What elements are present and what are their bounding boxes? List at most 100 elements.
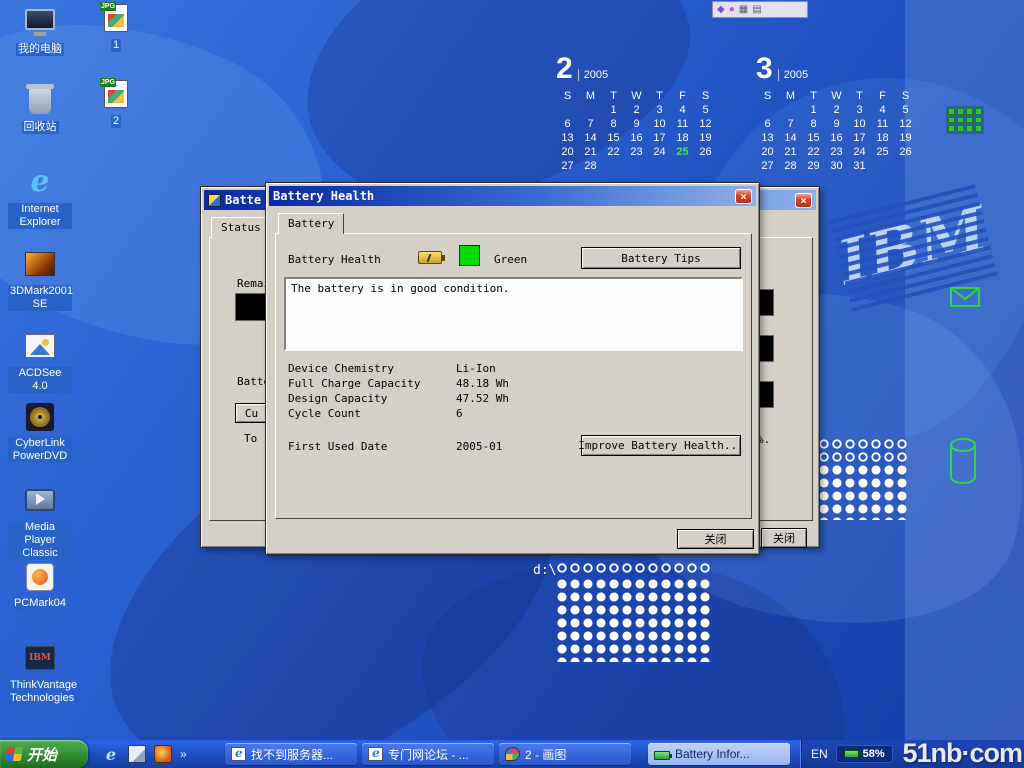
calendar-cell: 11 bbox=[871, 118, 894, 132]
calendar-cell: 6 bbox=[556, 118, 579, 132]
window-title: Batte bbox=[225, 193, 261, 207]
window-icon bbox=[208, 194, 221, 207]
toolbar-panel-icon[interactable] bbox=[752, 2, 761, 17]
desktop-icon-internet-explorer[interactable]: Internet Explorer bbox=[8, 166, 72, 229]
quicklaunch-ie-icon[interactable] bbox=[102, 745, 120, 763]
calendar-cell: 28 bbox=[579, 160, 602, 174]
quicklaunch-expand-chevron[interactable] bbox=[180, 747, 187, 761]
calendar-cell: S bbox=[756, 90, 779, 104]
calendar-cell: 22 bbox=[602, 146, 625, 160]
calendar-year: 2005 bbox=[778, 69, 808, 81]
tab-battery[interactable]: Battery bbox=[278, 213, 344, 234]
desktop-file-jpg-1[interactable]: JPG 1 bbox=[90, 2, 142, 52]
desktop: 2 2005 SMTWTFS12345678910111213141516171… bbox=[0, 0, 1024, 768]
tab-status[interactable]: Status bbox=[211, 217, 271, 238]
desktop-icon-powerdvd[interactable]: CyberLink PowerDVD bbox=[8, 400, 72, 463]
field-value: 2005-01 bbox=[456, 440, 502, 453]
close-button[interactable] bbox=[735, 189, 752, 204]
taskbar-task-server[interactable]: 找不到服务器... bbox=[225, 743, 357, 765]
calendar-cell: 23 bbox=[825, 146, 848, 160]
thinkvantage-icon bbox=[23, 642, 57, 676]
desktop-icon-my-computer[interactable]: 我的电脑 bbox=[8, 6, 72, 56]
ie-page-icon bbox=[231, 747, 246, 761]
toolbar-grid-icon[interactable] bbox=[739, 2, 748, 17]
icon-label: 回收站 bbox=[22, 121, 59, 134]
calendar-cell: 24 bbox=[648, 146, 671, 160]
title-bar[interactable]: Battery Health bbox=[269, 186, 756, 206]
calendar-cell: 25 bbox=[871, 146, 894, 160]
calendar-cell: 26 bbox=[894, 146, 917, 160]
calendar-cell: 16 bbox=[825, 132, 848, 146]
start-button[interactable]: 开始 bbox=[0, 740, 88, 768]
quick-launch bbox=[96, 740, 193, 768]
calendar-cell: 1 bbox=[802, 104, 825, 118]
field-label: Design Capacity bbox=[288, 392, 387, 405]
close-dialog-button[interactable]: 关闭 bbox=[677, 529, 754, 549]
calendar-cell: 3 bbox=[848, 104, 871, 118]
calendar-cell: 15 bbox=[802, 132, 825, 146]
battery-tray-icon bbox=[844, 750, 859, 758]
quicklaunch-show-desktop-icon[interactable] bbox=[128, 745, 146, 763]
wallpaper-calendar-february: 2 2005 SMTWTFS12345678910111213141516171… bbox=[556, 52, 717, 174]
customize-button[interactable]: Cu bbox=[235, 403, 268, 423]
charge-gauge-fragment bbox=[235, 293, 266, 321]
battery-indicator[interactable]: 58% bbox=[836, 745, 893, 763]
field-label: Cycle Count bbox=[288, 407, 361, 420]
calendar-cell bbox=[756, 104, 779, 118]
desktop-icon-thinkvantage[interactable]: ThinkVantage Technologies bbox=[8, 642, 72, 705]
calendar-cell: T bbox=[848, 90, 871, 104]
toolbar-dot-icon[interactable] bbox=[729, 2, 735, 17]
calendar-cell: 18 bbox=[671, 132, 694, 146]
field-value: 47.52 Wh bbox=[456, 392, 509, 405]
task-label: 找不到服务器... bbox=[251, 746, 333, 763]
field-value: 48.18 Wh bbox=[456, 377, 509, 390]
cylinder-icon bbox=[948, 436, 978, 486]
toolbar-diamond-icon[interactable] bbox=[717, 2, 725, 17]
calendar-cell: W bbox=[625, 90, 648, 104]
close-button[interactable] bbox=[795, 193, 812, 208]
calendar-grid: SMTWTFS123456789101112131415161718192021… bbox=[556, 90, 717, 174]
condition-textbox[interactable]: The battery is in good condition. bbox=[284, 277, 743, 351]
calendar-cell: 18 bbox=[871, 132, 894, 146]
quicklaunch-media-icon[interactable] bbox=[154, 745, 172, 763]
calendar-cell: 20 bbox=[756, 146, 779, 160]
my-computer-icon bbox=[23, 6, 57, 40]
calendar-cell: 4 bbox=[671, 104, 694, 118]
calendar-cell: 21 bbox=[579, 146, 602, 160]
desktop-icon-media-player-classic[interactable]: Media Player Classic bbox=[8, 484, 72, 560]
language-indicator[interactable]: EN bbox=[811, 747, 828, 761]
desktop-icon-acdsee[interactable]: ACDSee 4.0 bbox=[8, 330, 72, 393]
calendar-cell: 10 bbox=[648, 118, 671, 132]
close-dialog-button[interactable]: 关闭 bbox=[761, 528, 807, 548]
calendar-cell: 31 bbox=[848, 160, 871, 174]
calendar-cell: 4 bbox=[871, 104, 894, 118]
calendar-cell: 2 bbox=[625, 104, 648, 118]
media-player-classic-icon bbox=[23, 484, 57, 518]
calendar-cell: T bbox=[602, 90, 625, 104]
desktop-icon-3dmark2001[interactable]: 3DMark2001 SE bbox=[8, 248, 72, 311]
taskbar-task-forum[interactable]: 专门网论坛 - ... bbox=[362, 743, 494, 765]
desktop-file-jpg-2[interactable]: JPG 2 bbox=[90, 78, 142, 128]
dots-pattern bbox=[556, 578, 712, 662]
calendar-cell bbox=[894, 160, 917, 174]
battery-icon bbox=[418, 251, 442, 264]
icon-label: ThinkVantage Technologies bbox=[8, 679, 72, 705]
battery-tips-button[interactable]: Battery Tips bbox=[581, 247, 741, 269]
icon-label: Internet Explorer bbox=[8, 203, 72, 229]
battery-percent: 58% bbox=[863, 748, 885, 760]
taskbar-task-paint[interactable]: 2 - 画图 bbox=[499, 743, 631, 765]
windows-logo-icon bbox=[5, 747, 23, 761]
dots-pattern bbox=[556, 562, 712, 576]
jpg-file-icon: JPG bbox=[99, 2, 133, 36]
desktop-icon-pcmark04[interactable]: PCMark04 bbox=[8, 560, 72, 610]
icon-label: PCMark04 bbox=[12, 597, 68, 610]
taskbar-task-battery-information[interactable]: Battery Infor... bbox=[648, 743, 790, 765]
start-label: 开始 bbox=[27, 744, 57, 765]
calendar-cell bbox=[871, 160, 894, 174]
calendar-cell: M bbox=[779, 90, 802, 104]
3dmark-icon bbox=[23, 248, 57, 282]
calendar-cell: 17 bbox=[848, 132, 871, 146]
desktop-icon-recycle-bin[interactable]: 回收站 bbox=[8, 84, 72, 134]
calendar-cell bbox=[625, 160, 648, 174]
improve-battery-health-button[interactable]: Improve Battery Health... bbox=[581, 435, 741, 456]
